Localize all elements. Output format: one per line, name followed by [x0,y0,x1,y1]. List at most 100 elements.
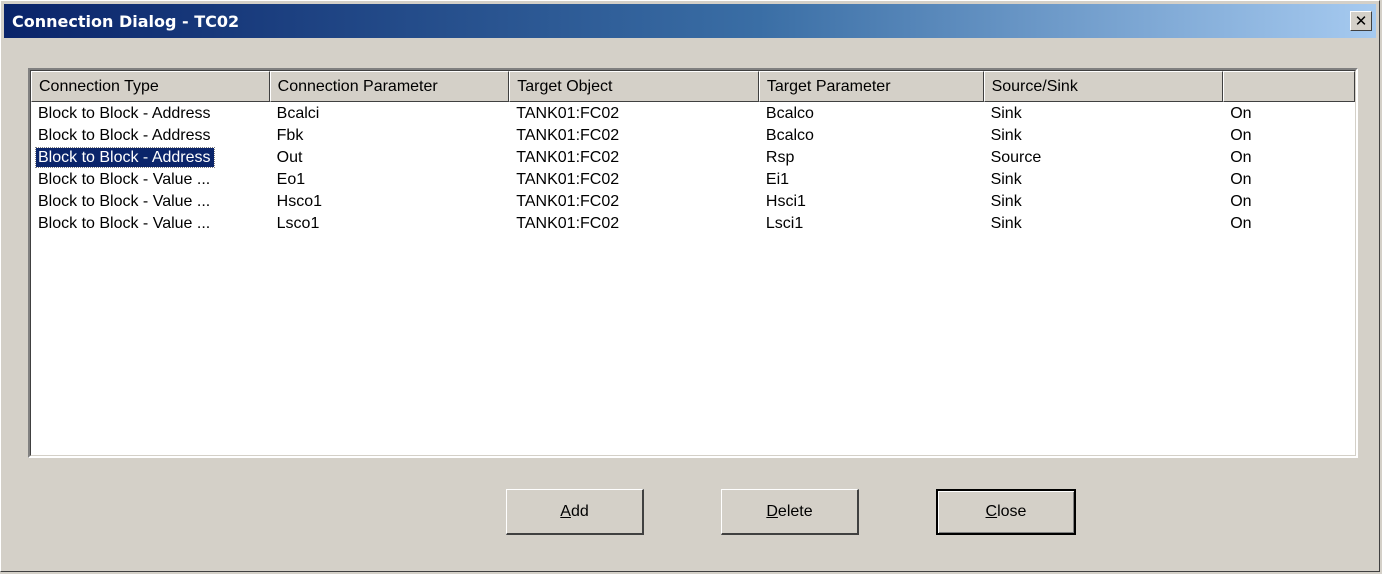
cell-connection-type: Block to Block - Address [31,103,270,125]
cell-text: Fbk [276,127,304,144]
cell-text: Block to Block - Value ... [38,193,211,210]
table-row[interactable]: Block to Block - Address Fbk TANK01:FC02 Bc… [31,125,1355,147]
cell-text: On [1230,171,1252,188]
cell-connection-parameter: Bcalci [270,103,510,125]
cell-source-sink: Sink [984,213,1224,235]
cell-text: Hsco1 [276,193,322,210]
window-title: Connection Dialog - TC02 [12,12,240,31]
cell-text: Sink [990,127,1022,144]
cell-target-object: TANK01:FC02 [509,147,759,169]
column-header-status[interactable] [1223,71,1356,102]
close-button-label: lose [997,503,1027,520]
close-button-accel: C [985,503,998,520]
cell-text: Block to Block - Address [35,147,215,168]
column-header-connection-parameter[interactable]: Connection Parameter [269,71,510,102]
cell-target-parameter: Hsci1 [759,191,984,213]
cell-connection-parameter: Eo1 [270,169,510,191]
add-button[interactable]: Add [506,489,644,535]
cell-status: On [1223,103,1355,125]
cell-status: On [1223,169,1355,191]
cell-text: TANK01:FC02 [516,171,620,188]
cell-text: Bcalco [765,105,814,122]
list-rows: Block to Block - Address Bcalci TANK01:FC0… [31,103,1355,235]
table-row[interactable]: Block to Block - Value ... Hsco1 TANK01:FC… [31,191,1355,213]
cell-text: On [1230,105,1252,122]
cell-text: Sink [990,215,1022,232]
cell-target-object: TANK01:FC02 [509,125,759,147]
cell-text: Block to Block - Address [38,127,211,144]
cell-text: Source [990,149,1042,166]
cell-target-parameter: Lsci1 [759,213,984,235]
cell-text: On [1230,215,1252,232]
cell-status: On [1223,147,1355,169]
cell-text: Hsci1 [765,193,806,210]
add-button-accel: A [560,502,571,520]
close-window-button[interactable]: ✕ [1350,11,1372,31]
cell-text: Lsci1 [765,215,804,232]
cell-text: TANK01:FC02 [516,105,620,122]
cell-text: Out [276,149,303,166]
cell-source-sink: Sink [984,125,1224,147]
cell-connection-type: Block to Block - Address [31,147,270,169]
delete-button-label: elete [777,502,813,520]
cell-text: Sink [990,105,1022,122]
cell-text: On [1230,193,1252,210]
column-header-target-parameter[interactable]: Target Parameter [758,71,984,102]
cell-text: Eo1 [276,171,306,188]
column-header-source-sink[interactable]: Source/Sink [983,71,1224,102]
cell-target-parameter: Ei1 [759,169,984,191]
cell-target-object: TANK01:FC02 [509,169,759,191]
cell-connection-type: Block to Block - Address [31,125,270,147]
cell-text: Ei1 [765,171,790,188]
cell-connection-parameter: Fbk [270,125,510,147]
cell-text: Lsco1 [276,215,320,232]
cell-source-sink: Sink [984,169,1224,191]
cell-status: On [1223,213,1355,235]
cell-text: Block to Block - Value ... [38,215,211,232]
cell-connection-type: Block to Block - Value ... [31,169,270,191]
title-bar[interactable]: Connection Dialog - TC02 ✕ [4,4,1376,38]
cell-connection-type: Block to Block - Value ... [31,213,270,235]
cell-target-parameter: Bcalco [759,125,984,147]
delete-button[interactable]: Delete [721,489,859,535]
cell-text: TANK01:FC02 [516,215,620,232]
connections-list[interactable]: Connection Type Connection Parameter Tar… [28,68,1358,458]
cell-text: Sink [990,171,1022,188]
cell-source-sink: Source [984,147,1224,169]
cell-target-object: TANK01:FC02 [509,191,759,213]
cell-target-parameter: Rsp [759,147,984,169]
close-icon: ✕ [1354,11,1368,30]
table-row[interactable]: Block to Block - Value ... Eo1 TANK01:FC02… [31,169,1355,191]
cell-text: Rsp [765,149,795,166]
cell-text: TANK01:FC02 [516,149,620,166]
cell-text: Bcalco [765,127,814,144]
table-row[interactable]: Block to Block - Address Bcalci TANK01:FC0… [31,103,1355,125]
cell-connection-parameter: Lsco1 [270,213,510,235]
cell-connection-type: Block to Block - Value ... [31,191,270,213]
connection-dialog-window: Connection Dialog - TC02 ✕ Connection Ty… [0,0,1380,572]
cell-text: TANK01:FC02 [516,193,620,210]
cell-source-sink: Sink [984,191,1224,213]
cell-text: Block to Block - Address [38,105,211,122]
cell-status: On [1223,125,1355,147]
cell-target-parameter: Bcalco [759,103,984,125]
column-header-target-object[interactable]: Target Object [509,71,759,102]
table-row[interactable]: Block to Block - Value ... Lsco1 TANK01:FC… [31,213,1355,235]
cell-target-object: TANK01:FC02 [509,103,759,125]
cell-status: On [1223,191,1355,213]
close-button[interactable]: Close [936,489,1076,535]
cell-text: Bcalci [276,105,320,122]
cell-text: On [1230,149,1252,166]
cell-text: Block to Block - Value ... [38,171,211,188]
table-row[interactable]: Block to Block - Address Out TANK01:FC02 Rs… [31,147,1355,169]
add-button-label: dd [570,502,589,520]
cell-text: On [1230,127,1252,144]
cell-connection-parameter: Out [270,147,510,169]
cell-text: TANK01:FC02 [516,127,620,144]
cell-connection-parameter: Hsco1 [270,191,510,213]
list-header: Connection Type Connection Parameter Tar… [31,71,1356,102]
cell-text: Sink [990,193,1022,210]
column-header-connection-type[interactable]: Connection Type [31,71,270,102]
delete-button-accel: D [766,502,778,520]
cell-target-object: TANK01:FC02 [509,213,759,235]
